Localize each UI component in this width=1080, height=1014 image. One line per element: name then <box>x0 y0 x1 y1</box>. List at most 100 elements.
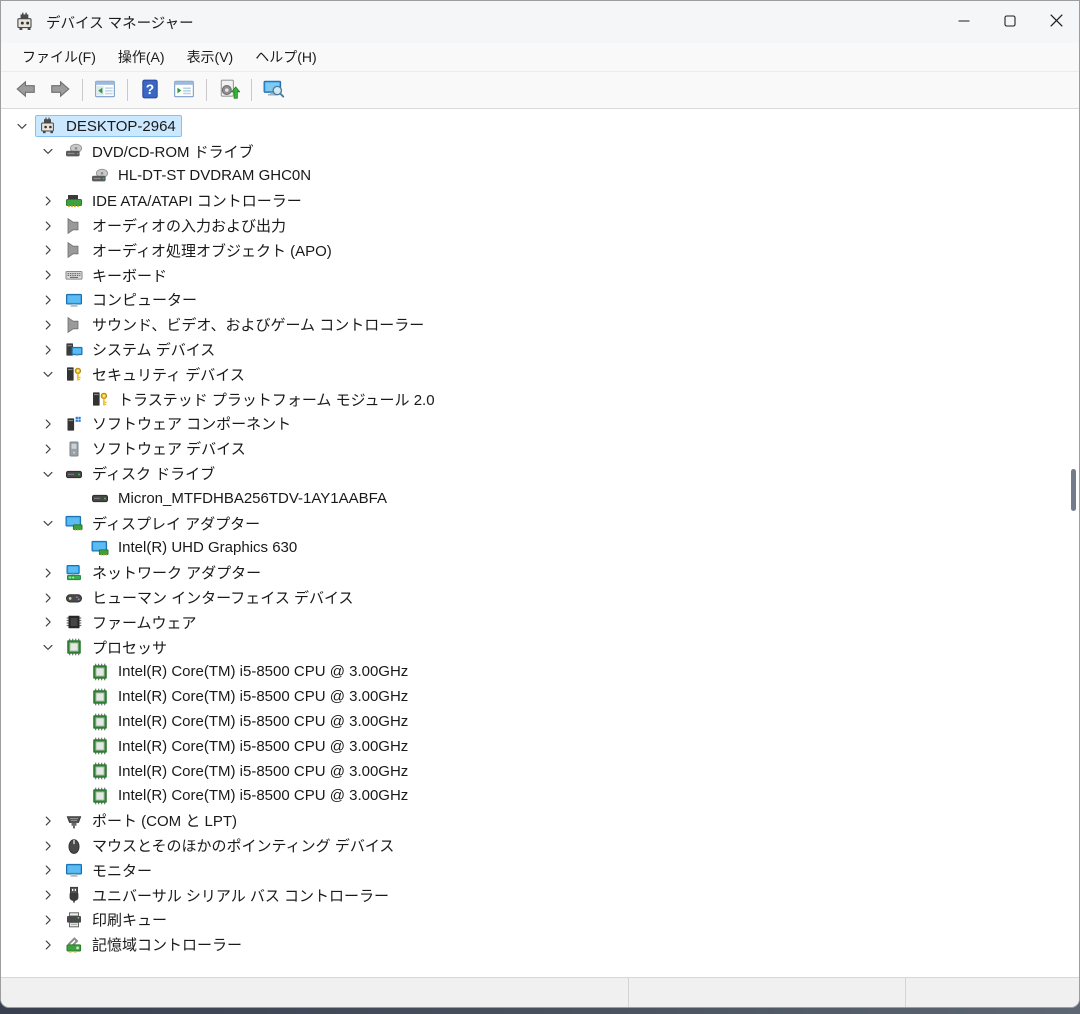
chevron-right-icon[interactable] <box>35 268 61 282</box>
tree-item[interactable]: DVD/CD-ROM ドライブ <box>1 139 1079 164</box>
chevron-right-icon[interactable] <box>35 913 61 927</box>
tree-item[interactable]: サウンド、ビデオ、およびゲーム コントローラー <box>1 312 1079 337</box>
tree-item-content[interactable]: DVD/CD-ROM ドライブ <box>61 140 260 162</box>
tree-item-content[interactable]: マウスとそのほかのポインティング デバイス <box>61 835 400 857</box>
tree-item[interactable]: オーディオの入力および出力 <box>1 213 1079 238</box>
chevron-right-icon[interactable] <box>35 219 61 233</box>
tree-item-content[interactable]: ディスプレイ アダプター <box>61 512 266 534</box>
chevron-right-icon[interactable] <box>35 938 61 952</box>
menu-item-1[interactable]: 操作(A) <box>107 43 176 71</box>
tree-item[interactable]: ソフトウェア デバイス <box>1 436 1079 461</box>
tree-item-content[interactable]: ソフトウェア コンポーネント <box>61 413 297 435</box>
tree-item[interactable]: セキュリティ デバイス <box>1 362 1079 387</box>
chevron-right-icon[interactable] <box>35 566 61 580</box>
minimize-button[interactable] <box>941 1 987 43</box>
tree-item[interactable]: Intel(R) Core(TM) i5-8500 CPU @ 3.00GHz <box>1 759 1079 784</box>
menu-item-3[interactable]: ヘルプ(H) <box>244 43 327 71</box>
tree-item-content[interactable]: ネットワーク アダプター <box>61 562 267 584</box>
tree-item[interactable]: Intel(R) Core(TM) i5-8500 CPU @ 3.00GHz <box>1 734 1079 759</box>
tree-item[interactable]: ディスク ドライブ <box>1 461 1079 486</box>
tree-item[interactable]: ヒューマン インターフェイス デバイス <box>1 585 1079 610</box>
chevron-right-icon[interactable] <box>35 591 61 605</box>
tree-item-content[interactable]: ディスク ドライブ <box>61 463 221 485</box>
tree-item[interactable]: モニター <box>1 858 1079 883</box>
chevron-down-icon[interactable] <box>35 467 61 481</box>
tree-item-content[interactable]: Intel(R) Core(TM) i5-8500 CPU @ 3.00GHz <box>87 785 414 807</box>
tree-item[interactable]: Intel(R) Core(TM) i5-8500 CPU @ 3.00GHz <box>1 660 1079 685</box>
tree-item[interactable]: Micron_MTFDHBA256TDV-1AY1AABFA <box>1 486 1079 511</box>
tree-item-content[interactable]: IDE ATA/ATAPI コントローラー <box>61 190 308 212</box>
tree-item[interactable]: 記憶域コントローラー <box>1 932 1079 957</box>
tree-item-content[interactable]: Intel(R) UHD Graphics 630 <box>87 537 303 559</box>
chevron-down-icon[interactable] <box>35 516 61 530</box>
tree-item[interactable]: IDE ATA/ATAPI コントローラー <box>1 188 1079 213</box>
back-button[interactable] <box>10 75 42 105</box>
properties-button[interactable] <box>168 75 200 105</box>
tree-item[interactable]: ファームウェア <box>1 610 1079 635</box>
vertical-scrollbar-thumb[interactable] <box>1071 469 1076 511</box>
tree-item[interactable]: 印刷キュー <box>1 908 1079 933</box>
tree-item-content[interactable]: セキュリティ デバイス <box>61 363 251 385</box>
tree-item-content[interactable]: ユニバーサル シリアル バス コントローラー <box>61 884 395 906</box>
tree-item[interactable]: Intel(R) Core(TM) i5-8500 CPU @ 3.00GHz <box>1 784 1079 809</box>
tree-item-content[interactable]: Intel(R) Core(TM) i5-8500 CPU @ 3.00GHz <box>87 686 414 708</box>
tree-item-content[interactable]: トラステッド プラットフォーム モジュール 2.0 <box>87 388 441 410</box>
tree-item[interactable]: Intel(R) UHD Graphics 630 <box>1 536 1079 561</box>
tree-item-content[interactable]: HL-DT-ST DVDRAM GHC0N <box>87 165 317 187</box>
tree-item-content[interactable]: Micron_MTFDHBA256TDV-1AY1AABFA <box>87 487 393 509</box>
chevron-down-icon[interactable] <box>9 119 35 133</box>
chevron-right-icon[interactable] <box>35 194 61 208</box>
chevron-right-icon[interactable] <box>35 888 61 902</box>
help-button[interactable]: ? <box>134 75 166 105</box>
tree-item-content[interactable]: 印刷キュー <box>61 909 173 931</box>
maximize-button[interactable] <box>987 1 1033 43</box>
scan-button[interactable] <box>258 75 290 105</box>
tree-item[interactable]: DESKTOP-2964 <box>1 114 1079 139</box>
chevron-down-icon[interactable] <box>35 367 61 381</box>
chevron-right-icon[interactable] <box>35 863 61 877</box>
chevron-right-icon[interactable] <box>35 814 61 828</box>
tree-item-content[interactable]: プロセッサ <box>61 636 173 658</box>
chevron-down-icon[interactable] <box>35 144 61 158</box>
chevron-down-icon[interactable] <box>35 640 61 654</box>
tree-item[interactable]: ディスプレイ アダプター <box>1 511 1079 536</box>
tree-item-content[interactable]: Intel(R) Core(TM) i5-8500 CPU @ 3.00GHz <box>87 711 414 733</box>
tree-item[interactable]: コンピューター <box>1 288 1079 313</box>
update-driver-button[interactable] <box>213 75 245 105</box>
tree-item[interactable]: ソフトウェア コンポーネント <box>1 412 1079 437</box>
tree-item-content[interactable]: オーディオの入力および出力 <box>61 215 292 237</box>
close-button[interactable] <box>1033 1 1079 43</box>
tree-item[interactable]: システム デバイス <box>1 337 1079 362</box>
tree-item-content[interactable]: コンピューター <box>61 289 203 311</box>
chevron-right-icon[interactable] <box>35 417 61 431</box>
tree-item-content[interactable]: オーディオ処理オブジェクト (APO) <box>61 239 338 261</box>
chevron-right-icon[interactable] <box>35 839 61 853</box>
chevron-right-icon[interactable] <box>35 293 61 307</box>
tree-item[interactable]: Intel(R) Core(TM) i5-8500 CPU @ 3.00GHz <box>1 709 1079 734</box>
tree-item-content[interactable]: キーボード <box>61 264 173 286</box>
menu-item-2[interactable]: 表示(V) <box>176 43 245 71</box>
tree-item-content[interactable]: サウンド、ビデオ、およびゲーム コントローラー <box>61 314 430 336</box>
chevron-right-icon[interactable] <box>35 343 61 357</box>
chevron-right-icon[interactable] <box>35 318 61 332</box>
tree-item-content[interactable]: Intel(R) Core(TM) i5-8500 CPU @ 3.00GHz <box>87 661 414 683</box>
chevron-right-icon[interactable] <box>35 442 61 456</box>
tree-item[interactable]: キーボード <box>1 263 1079 288</box>
console-tree-button[interactable] <box>89 75 121 105</box>
tree-item[interactable]: マウスとそのほかのポインティング デバイス <box>1 833 1079 858</box>
tree-item[interactable]: Intel(R) Core(TM) i5-8500 CPU @ 3.00GHz <box>1 684 1079 709</box>
tree-item-content[interactable]: Intel(R) Core(TM) i5-8500 CPU @ 3.00GHz <box>87 760 414 782</box>
tree-item-content[interactable]: モニター <box>61 859 158 881</box>
chevron-right-icon[interactable] <box>35 615 61 629</box>
tree-item-content[interactable]: Intel(R) Core(TM) i5-8500 CPU @ 3.00GHz <box>87 735 414 757</box>
tree-item[interactable]: HL-DT-ST DVDRAM GHC0N <box>1 164 1079 189</box>
tree-item-selected-content[interactable]: DESKTOP-2964 <box>35 115 182 137</box>
tree-item-content[interactable]: ヒューマン インターフェイス デバイス <box>61 587 360 609</box>
tree-item-content[interactable]: 記憶域コントローラー <box>61 934 248 956</box>
tree-item[interactable]: プロセッサ <box>1 635 1079 660</box>
tree-item[interactable]: ネットワーク アダプター <box>1 560 1079 585</box>
tree-item-content[interactable]: ポート (COM と LPT) <box>61 810 243 832</box>
tree-item[interactable]: ポート (COM と LPT) <box>1 808 1079 833</box>
forward-button[interactable] <box>44 75 76 105</box>
menu-item-0[interactable]: ファイル(F) <box>11 43 107 71</box>
